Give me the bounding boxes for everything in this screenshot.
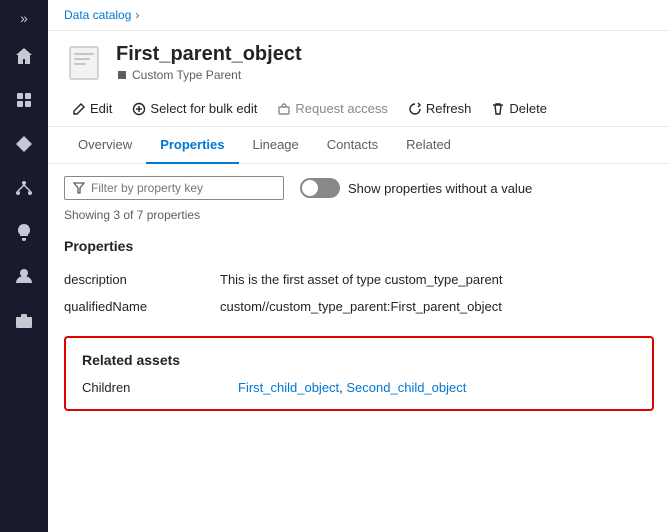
related-link-second-child[interactable]: Second_child_object	[346, 380, 466, 395]
filter-input-wrap	[64, 176, 284, 200]
breadcrumb: Data catalog ›	[48, 0, 670, 31]
sidebar: »	[0, 0, 48, 532]
sidebar-item-user[interactable]	[4, 256, 44, 296]
object-title-area: First_parent_object Custom Type Parent	[116, 43, 302, 82]
object-header: First_parent_object Custom Type Parent	[48, 31, 670, 91]
main-content: Data catalog › First_parent_object Custo…	[48, 0, 670, 532]
related-assets-key: Children	[82, 380, 222, 395]
sidebar-item-briefcase[interactable]	[4, 300, 44, 340]
bulk-edit-button[interactable]: Select for bulk edit	[124, 97, 265, 120]
content-area: Show properties without a value Showing …	[48, 164, 670, 532]
property-row-description: description This is the first asset of t…	[64, 266, 654, 293]
object-title: First_parent_object	[116, 43, 302, 66]
toolbar: Edit Select for bulk edit Request access…	[48, 91, 670, 127]
sidebar-item-nodes[interactable]	[4, 168, 44, 208]
sidebar-item-home[interactable]	[4, 36, 44, 76]
breadcrumb-separator: ›	[135, 8, 139, 22]
related-assets-box: Related assets Children First_child_obje…	[64, 336, 654, 411]
tab-overview[interactable]: Overview	[64, 127, 146, 164]
tab-properties[interactable]: Properties	[146, 127, 238, 164]
edit-button[interactable]: Edit	[64, 97, 120, 120]
properties-title: Properties	[64, 238, 654, 254]
object-subtitle: Custom Type Parent	[116, 68, 302, 82]
request-access-button[interactable]: Request access	[269, 97, 396, 120]
object-icon	[64, 43, 104, 83]
filter-row: Show properties without a value	[64, 176, 654, 200]
refresh-button[interactable]: Refresh	[400, 97, 480, 120]
property-row-qualifiedname: qualifiedName custom//custom_type_parent…	[64, 293, 654, 320]
tab-contacts[interactable]: Contacts	[313, 127, 392, 164]
related-assets-links: First_child_object, Second_child_object	[238, 380, 466, 395]
property-value-qualifiedname: custom//custom_type_parent:First_parent_…	[220, 299, 654, 314]
property-key-description: description	[64, 272, 204, 287]
toggle-label: Show properties without a value	[348, 181, 532, 196]
tab-related[interactable]: Related	[392, 127, 465, 164]
sidebar-item-lightbulb[interactable]	[4, 212, 44, 252]
sidebar-item-diamond[interactable]	[4, 124, 44, 164]
property-key-qualifiedname: qualifiedName	[64, 299, 204, 314]
filter-icon	[73, 182, 85, 194]
related-link-first-child[interactable]: First_child_object	[238, 380, 339, 395]
sidebar-item-catalog[interactable]	[4, 80, 44, 120]
tab-lineage[interactable]: Lineage	[239, 127, 313, 164]
property-value-description: This is the first asset of type custom_t…	[220, 272, 654, 287]
filter-input[interactable]	[91, 181, 275, 195]
tabs-bar: Overview Properties Lineage Contacts Rel…	[48, 127, 670, 164]
sidebar-collapse-button[interactable]: »	[4, 8, 44, 28]
related-assets-row: Children First_child_object, Second_chil…	[82, 380, 636, 395]
toggle-wrap: Show properties without a value	[300, 178, 532, 198]
show-properties-toggle[interactable]	[300, 178, 340, 198]
delete-button[interactable]: Delete	[483, 97, 555, 120]
related-assets-title: Related assets	[82, 352, 636, 368]
showing-count: Showing 3 of 7 properties	[64, 208, 654, 222]
breadcrumb-link[interactable]: Data catalog	[64, 8, 131, 22]
properties-section: Properties description This is the first…	[64, 238, 654, 320]
